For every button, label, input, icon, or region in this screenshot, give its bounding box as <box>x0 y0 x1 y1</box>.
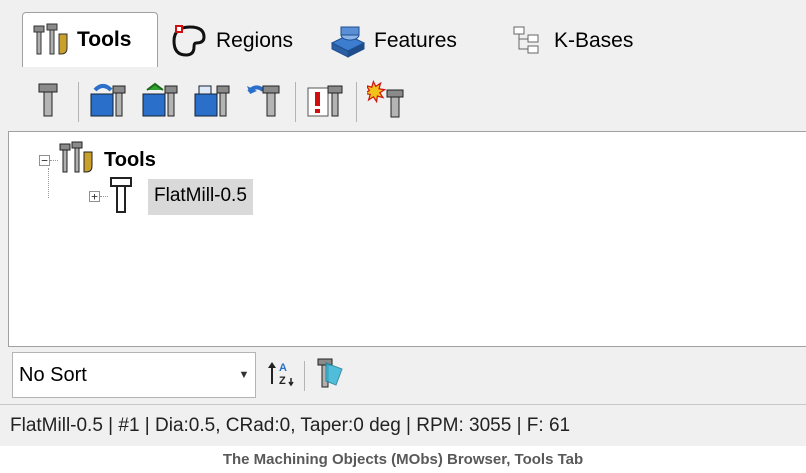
save-tool-icon <box>141 80 181 125</box>
mobs-browser-panel: Tools Regions Features K-Bases − Tools +… <box>0 0 806 446</box>
tree-connector <box>50 160 58 161</box>
tree-connector <box>48 168 49 198</box>
svg-text:A: A <box>279 362 287 374</box>
tab-tools[interactable]: Tools <box>22 12 158 67</box>
figure-caption: The Machining Objects (MObs) Browser, To… <box>222 451 584 468</box>
tab-features[interactable]: Features <box>326 15 486 67</box>
kbases-tab-icon <box>506 21 550 61</box>
status-bar: FlatMill-0.5 | #1 | Dia:0.5, CRad:0, Tap… <box>0 404 806 446</box>
tab-kbases[interactable]: K-Bases <box>506 15 646 67</box>
tool-properties-icon <box>306 80 346 125</box>
toolbar-separator <box>356 82 357 122</box>
status-text: FlatMill-0.5 | #1 | Dia:0.5, CRad:0, Tap… <box>10 414 571 436</box>
create-tool-icon <box>33 80 63 125</box>
tab-regions[interactable]: Regions <box>168 15 308 67</box>
sort-az-button[interactable]: A Z <box>264 355 298 395</box>
delete-tool-icon <box>362 79 407 125</box>
tools-tab-icon <box>29 20 73 60</box>
features-tab-icon <box>326 21 370 61</box>
save-as-tool-button[interactable] <box>191 79 235 125</box>
regions-tab-icon <box>168 21 212 61</box>
tree-child-label: FlatMill-0.5 <box>148 178 253 215</box>
toolbar-separator <box>78 82 79 122</box>
sort-az-icon: A Z <box>267 358 295 393</box>
tools-toolbar <box>26 77 417 127</box>
tree-connector <box>100 196 108 197</box>
collapse-node-button[interactable]: − <box>39 155 50 166</box>
tree-root-label: Tools <box>104 149 156 171</box>
tab-features-label: Features <box>374 29 457 52</box>
toolbar-separator <box>295 82 296 122</box>
tool-properties-button[interactable] <box>304 79 348 125</box>
load-tool-icon <box>89 80 129 125</box>
tree-node-flatmill[interactable]: + FlatMill-0.5 <box>89 174 253 219</box>
tab-tools-label: Tools <box>77 28 132 51</box>
chevron-down-icon[interactable]: ▼ <box>233 369 255 381</box>
flat-mill-tool-icon <box>108 174 134 219</box>
sort-bar-separator <box>304 361 305 391</box>
filter-tool-button[interactable] <box>310 355 350 395</box>
load-tool-button[interactable] <box>87 79 131 125</box>
save-tool-button[interactable] <box>139 79 183 125</box>
svg-text:Z: Z <box>279 375 286 387</box>
tab-regions-label: Regions <box>216 29 294 52</box>
undo-tool-button[interactable] <box>243 79 287 125</box>
sort-select-value: No Sort <box>19 363 87 386</box>
undo-tool-icon <box>245 80 285 125</box>
delete-tool-button[interactable] <box>362 79 409 125</box>
sort-select[interactable]: No Sort ▼ <box>12 352 256 398</box>
tab-kbases-label: K-Bases <box>554 29 634 52</box>
sort-bar: No Sort ▼ A Z <box>8 346 806 404</box>
tools-tree[interactable]: − Tools + FlatMill-0.5 <box>8 131 806 346</box>
expand-node-button[interactable]: + <box>89 191 100 202</box>
filter-tool-icon <box>312 355 348 396</box>
create-tool-button[interactable] <box>26 79 70 125</box>
save-as-tool-icon <box>193 80 233 125</box>
